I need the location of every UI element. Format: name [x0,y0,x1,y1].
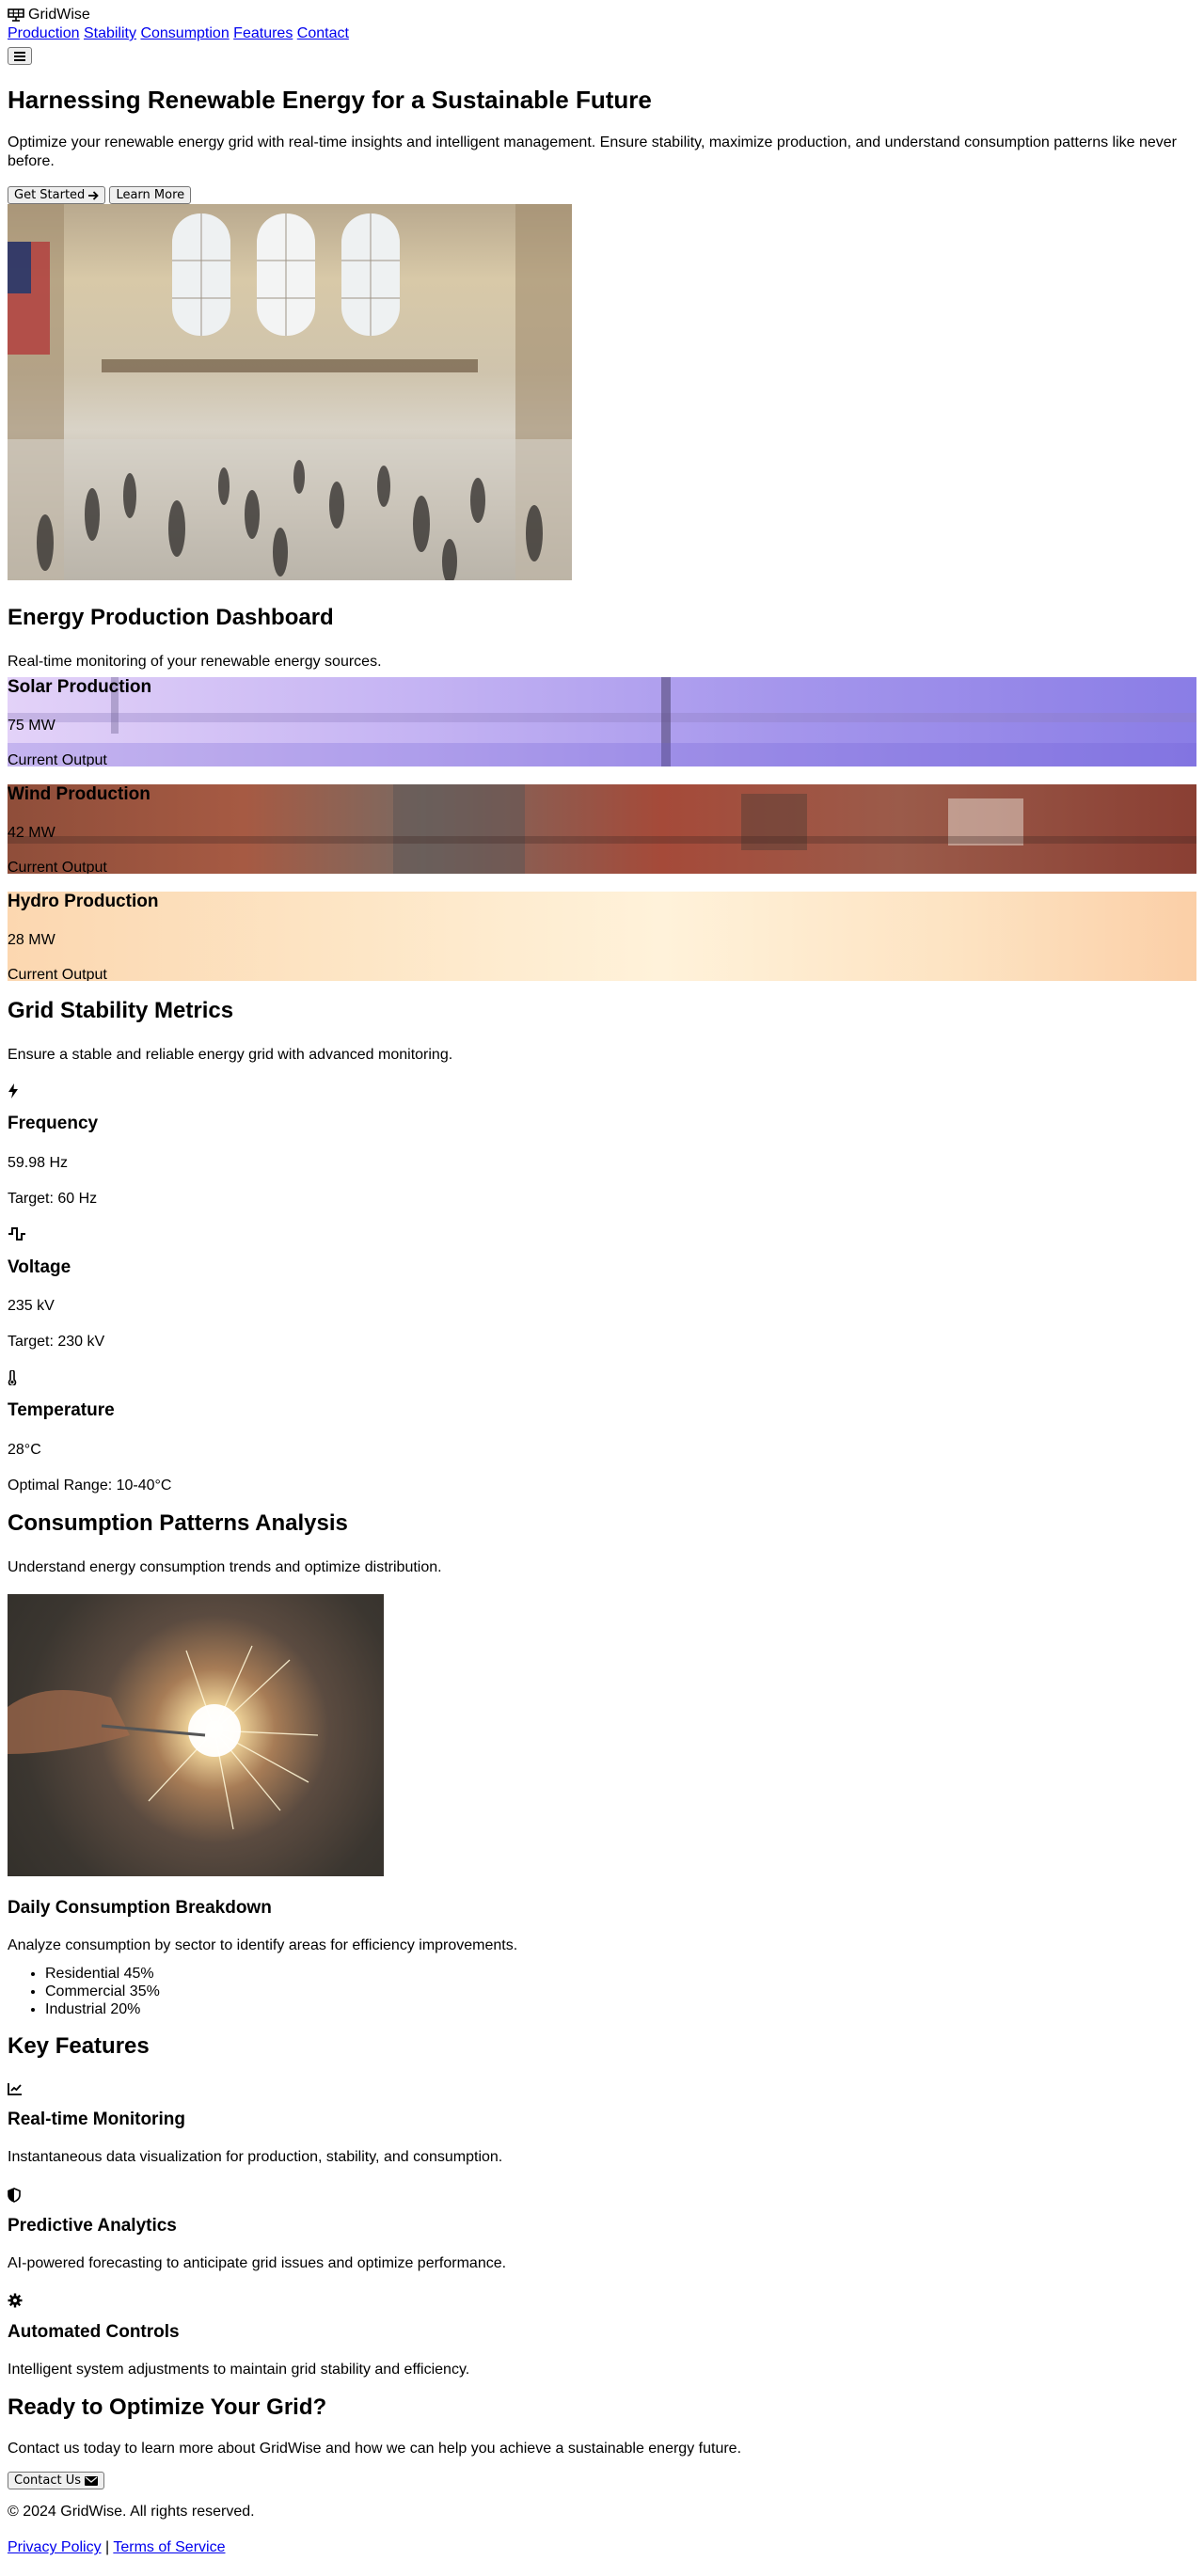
privacy-policy-link[interactable]: Privacy Policy [8,2539,102,2555]
solar-card-title: Solar Production [8,676,152,697]
production-section: Energy Production Dashboard Real-time mo… [8,605,1196,981]
site-footer: © 2024 GridWise. All rights reserved. Pr… [8,2503,1196,2557]
features-title: Key Features [8,2033,150,2060]
footer-separator: | [105,2539,110,2556]
feature-predictive-analytics: Predictive Analytics AI-powered forecast… [8,2186,1196,2273]
features-section: Key Features Real-time Monitoring Instan… [8,2033,1196,2378]
production-title: Energy Production Dashboard [8,605,334,631]
get-started-button[interactable]: Get Started [8,186,106,205]
contact-text: Contact us today to learn more about Gri… [8,2441,742,2457]
hydro-production-card: Hydro Production 28 MW Current Output [8,891,1196,981]
footer-links: Privacy Policy | Terms of Service [8,2538,1196,2557]
hero-title: Harnessing Renewable Energy for a Sustai… [8,86,652,114]
nav-link-consumption[interactable]: Consumption [140,25,229,41]
learn-more-button[interactable]: Learn More [109,186,192,205]
breakdown-text: Analyze consumption by sector to identif… [8,1936,518,1953]
feature-title: Automated Controls [8,2321,180,2342]
contact-title: Ready to Optimize Your Grid? [8,2394,327,2420]
consumption-title: Consumption Patterns Analysis [8,1510,348,1537]
waveform-icon [8,1225,1196,1242]
feature-text: Intelligent system adjustments to mainta… [8,2361,470,2378]
solar-card-caption: Current Output [8,751,107,766]
contact-us-button[interactable]: Contact Us [8,2472,105,2490]
production-subtitle: Real-time monitoring of your renewable e… [8,653,382,670]
main-nav: Production Stability Consumption Feature… [8,24,1196,43]
stability-title: Grid Stability Metrics [8,997,234,1023]
hero-section: Harnessing Renewable Energy for a Sustai… [8,86,1196,581]
list-item: Industrial 20% [45,2000,1196,2018]
hydro-card-caption: Current Output [8,966,107,981]
hero-buttons: Get Started Learn More [8,186,1196,205]
frequency-target: Target: 60 Hz [8,1190,98,1207]
wind-card-title: Wind Production [8,783,150,804]
terms-of-service-link[interactable]: Terms of Service [113,2539,225,2555]
voltage-value: 235 kV [8,1298,55,1315]
copyright-text: © 2024 GridWise. All rights reserved. [8,2504,255,2521]
arrow-right-icon [88,188,100,202]
bolt-icon [8,1082,1196,1098]
hydro-card-value: 28 MW [8,931,55,948]
feature-realtime-monitoring: Real-time Monitoring Instantaneous data … [8,2079,1196,2167]
temperature-value: 28°C [8,1442,41,1459]
solar-panel-icon [8,6,24,24]
breakdown-title: Daily Consumption Breakdown [8,1897,272,1918]
hero-image [8,204,572,581]
sector-list: Residential 45% Commercial 35% Industria… [8,1965,1196,2019]
nav-link-stability[interactable]: Stability [84,25,136,41]
thermometer-icon [8,1368,1196,1386]
stability-subtitle: Ensure a stable and reliable energy grid… [8,1046,453,1063]
wind-card-value: 42 MW [8,824,55,841]
contact-section: Ready to Optimize Your Grid? Contact us … [8,2394,1196,2490]
brand[interactable]: GridWise [8,6,1196,24]
solar-card-value: 75 MW [8,717,55,734]
sparkler-image [8,1593,384,1876]
contact-us-label: Contact Us [14,2473,81,2489]
hydro-card-title: Hydro Production [8,891,159,911]
stability-section: Grid Stability Metrics Ensure a stable a… [8,998,1196,1495]
voltage-target: Target: 230 kV [8,1334,105,1351]
nav-link-contact[interactable]: Contact [297,25,349,41]
frequency-value: 59.98 Hz [8,1154,69,1171]
feature-title: Predictive Analytics [8,2215,177,2236]
get-started-label: Get Started [14,188,86,203]
voltage-metric: Voltage 235 kV Target: 230 kV [8,1225,1196,1352]
list-item: Commercial 35% [45,1983,1196,2000]
hamburger-icon [14,49,25,63]
consumption-subtitle: Understand energy consumption trends and… [8,1558,442,1575]
shield-icon [8,2186,1196,2203]
frequency-title: Frequency [8,1113,99,1133]
voltage-title: Voltage [8,1256,71,1277]
chart-line-icon [8,2079,1196,2096]
brand-name: GridWise [28,7,90,23]
temperature-metric: Temperature 28°C Optimal Range: 10-40°C [8,1368,1196,1495]
wind-card-caption: Current Output [8,859,107,874]
temperature-title: Temperature [8,1400,115,1421]
frequency-metric: Frequency 59.98 Hz Target: 60 Hz [8,1082,1196,1209]
feature-text: AI-powered forecasting to anticipate gri… [8,2254,507,2271]
feature-text: Instantaneous data visualization for pro… [8,2148,503,2165]
temperature-target: Optimal Range: 10-40°C [8,1478,172,1494]
gear-icon [8,2292,1196,2309]
site-header: GridWise Production Stability Consumptio… [8,6,1196,65]
list-item: Residential 45% [45,1965,1196,1983]
feature-automated-controls: Automated Controls Intelligent system ad… [8,2292,1196,2379]
nav-link-features[interactable]: Features [233,25,293,41]
menu-toggle-button[interactable] [8,47,32,65]
feature-title: Real-time Monitoring [8,2110,185,2130]
solar-production-card: Solar Production 75 MW Current Output [8,676,1196,766]
envelope-icon [85,2473,99,2488]
consumption-section: Consumption Patterns Analysis Understand… [8,1510,1196,2018]
hero-text: Optimize your renewable energy grid with… [8,134,1178,170]
wind-production-card: Wind Production 42 MW Current Output [8,783,1196,874]
nav-link-production[interactable]: Production [8,25,80,41]
